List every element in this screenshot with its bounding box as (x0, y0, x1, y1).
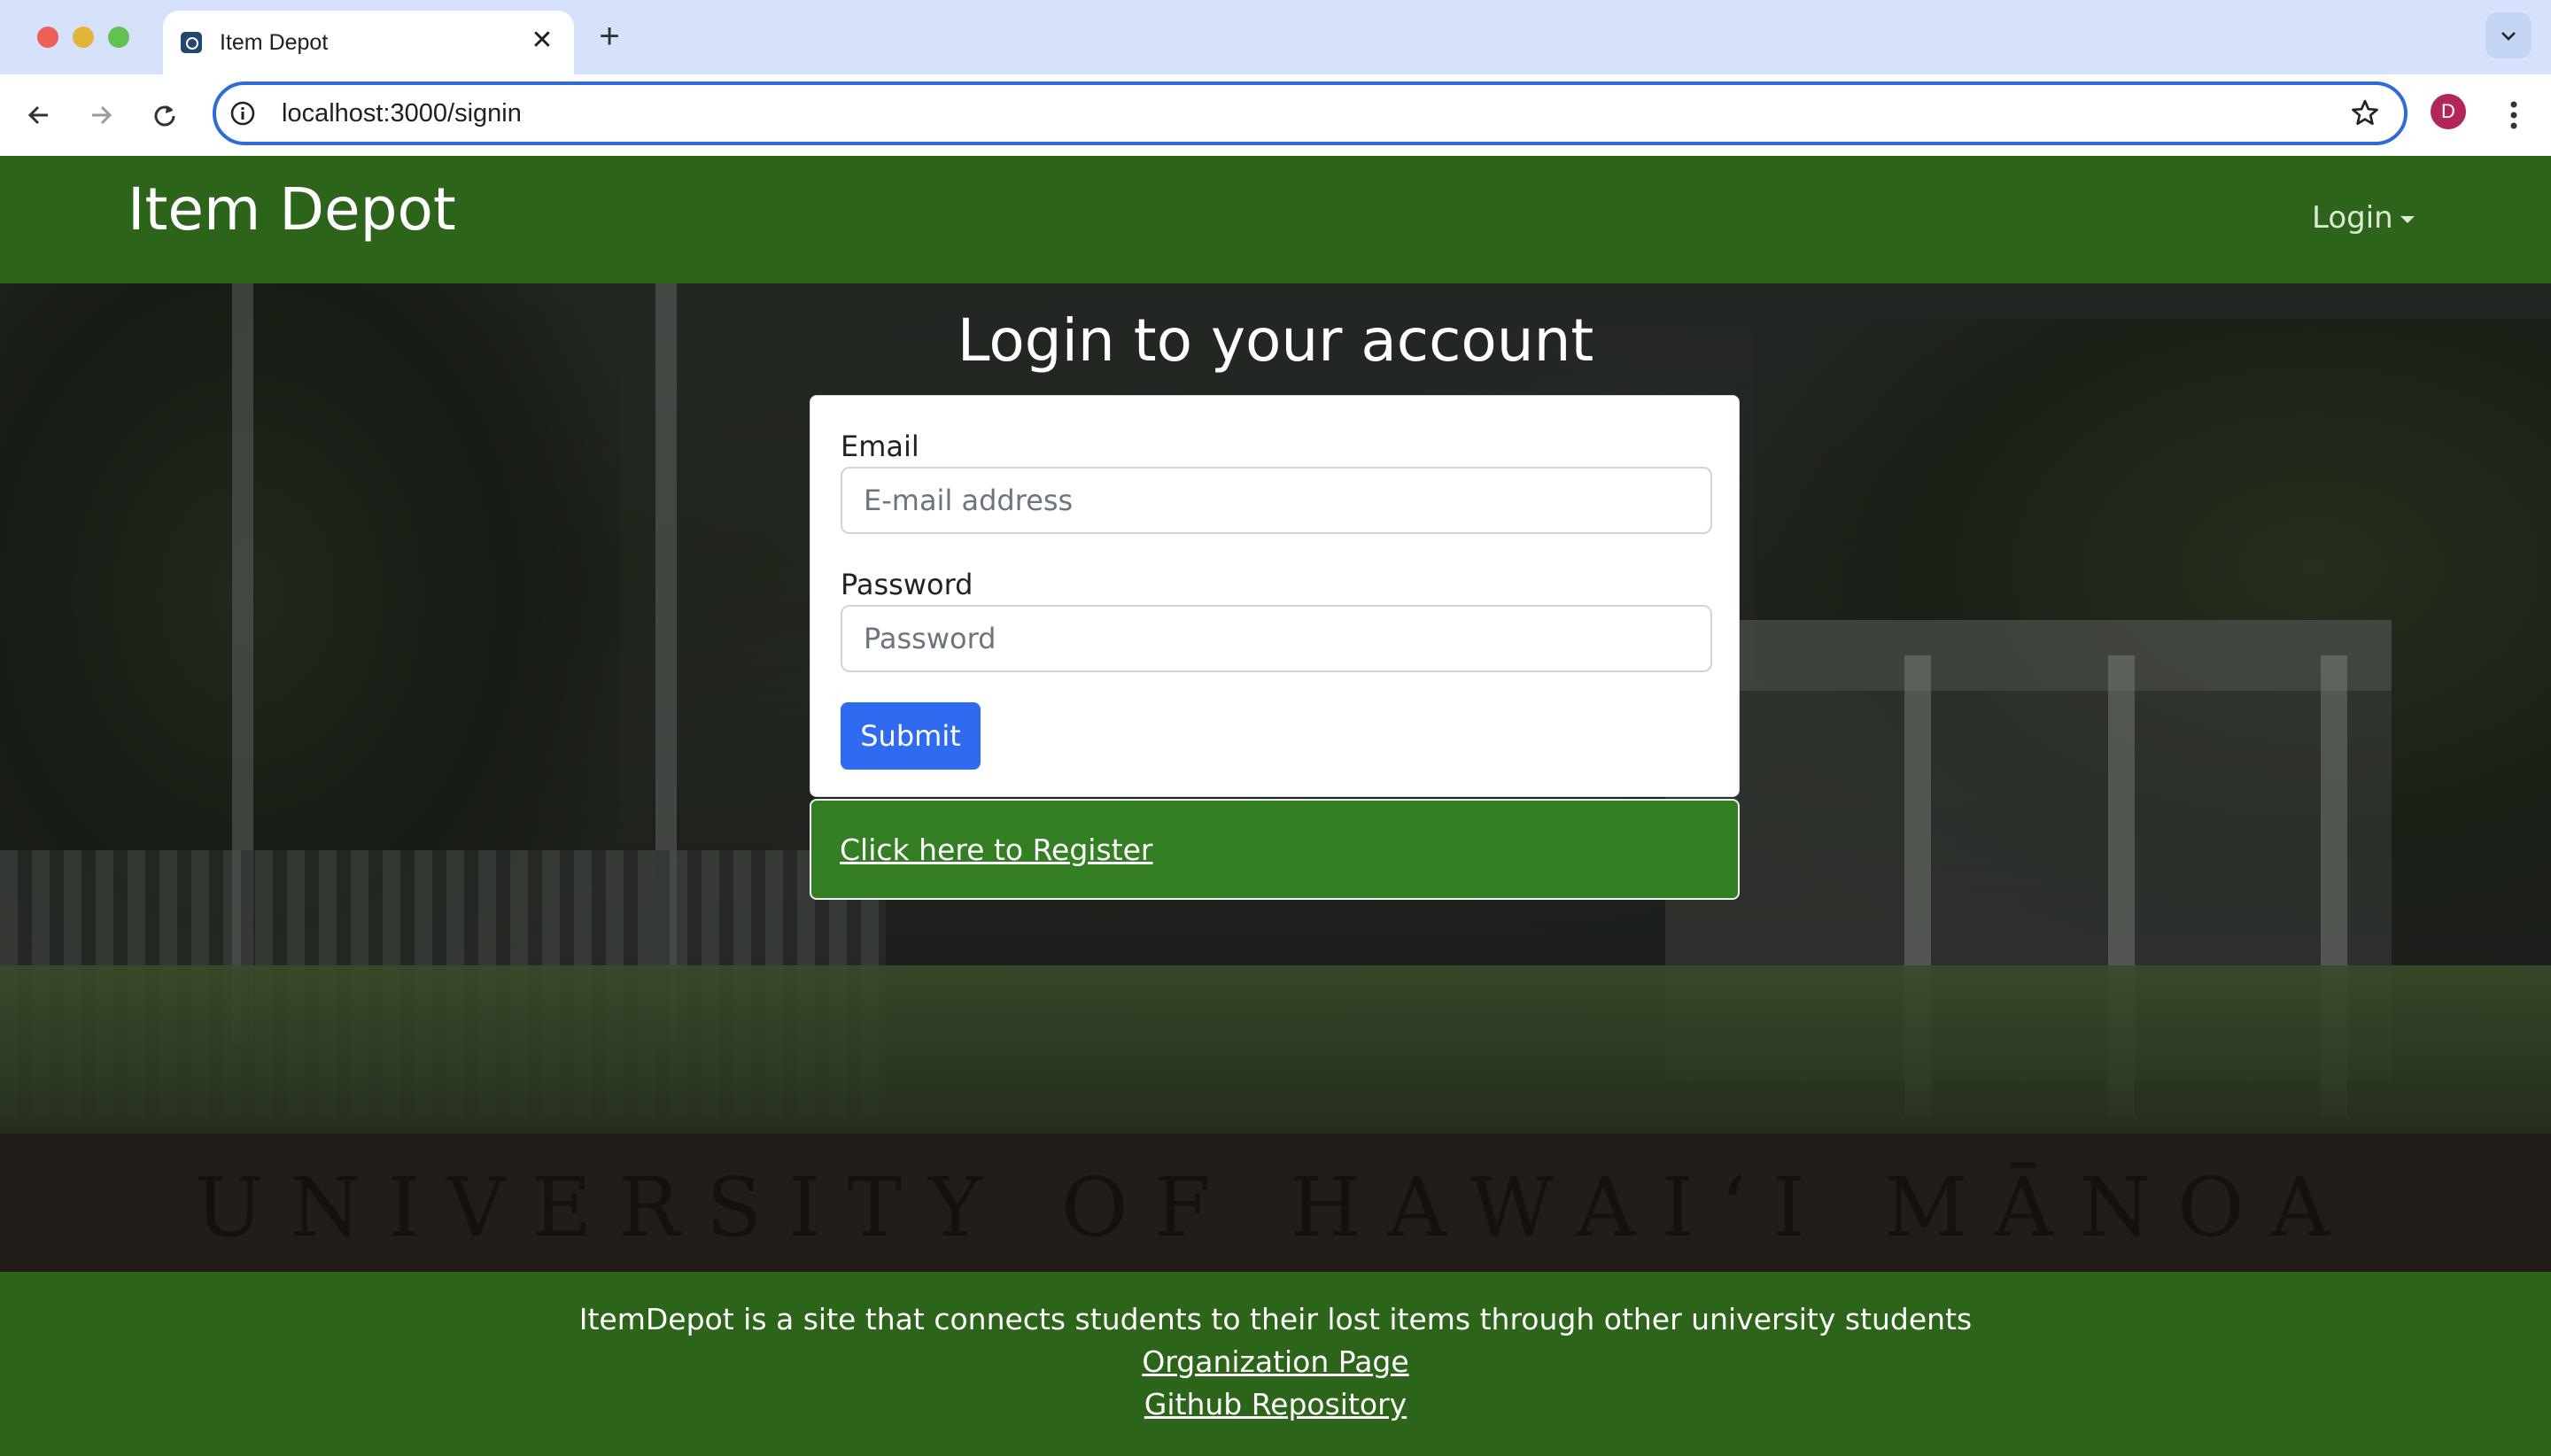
site-navbar: Item Depot Login (0, 156, 2551, 283)
organization-page-link[interactable]: Organization Page (1142, 1344, 1408, 1379)
reload-icon (154, 105, 175, 127)
arrow-right-icon (92, 105, 112, 125)
site-favicon-icon (181, 32, 202, 53)
tab-title: Item Depot (220, 30, 329, 55)
browser-menu-button[interactable] (2498, 96, 2530, 135)
browser-toolbar: localhost:3000/signin D (0, 74, 2551, 157)
register-panel: Click here to Register (810, 799, 1740, 900)
github-repository-link[interactable]: Github Repository (1144, 1387, 1407, 1421)
login-dropdown[interactable]: Login (2312, 200, 2415, 236)
more-vertical-icon (2510, 101, 2517, 129)
footer-links-row-2: Github Repository (0, 1387, 2551, 1421)
bookmark-star-icon[interactable] (2349, 97, 2381, 129)
footer-description: ItemDepot is a site that connects studen… (578, 1302, 1973, 1336)
window-close-button[interactable] (37, 27, 58, 48)
chevron-down-icon (2501, 32, 2516, 41)
background-hedge (0, 965, 2551, 1142)
arrow-left-icon (27, 105, 48, 125)
password-label: Password (841, 568, 973, 601)
submit-button[interactable]: Submit (841, 702, 981, 770)
email-field[interactable]: E-mail address (841, 467, 1712, 534)
signin-card: Email E-mail address Password Password S… (810, 395, 1740, 797)
caret-down-icon (2400, 215, 2415, 223)
window-minimize-button[interactable] (73, 27, 94, 48)
page-title: Login to your account (957, 306, 1594, 375)
window-maximize-button[interactable] (108, 27, 129, 48)
forward-button[interactable] (80, 94, 122, 136)
email-label: Email (841, 430, 919, 463)
tab-search-button[interactable] (2485, 12, 2532, 58)
register-link[interactable]: Click here to Register (840, 833, 1152, 867)
background-wall-lettering: UNIVERSITY OF HAWAIʻI MĀNOA (195, 1160, 2356, 1255)
browser-tab-active[interactable]: Item Depot ✕ (163, 11, 574, 74)
site-brand[interactable]: Item Depot (128, 175, 456, 244)
footer-links-row-1: Organization Page (0, 1344, 2551, 1379)
reload-button[interactable] (143, 94, 186, 136)
address-bar[interactable]: localhost:3000/signin (213, 81, 2408, 145)
new-tab-button[interactable]: + (588, 18, 631, 57)
tab-close-icon[interactable]: ✕ (524, 23, 560, 58)
back-button[interactable] (18, 94, 60, 136)
login-dropdown-label: Login (2312, 200, 2393, 236)
browser-tab-bar: Item Depot ✕ + (0, 0, 2551, 74)
profile-avatar[interactable]: D (2431, 94, 2466, 129)
site-info-icon[interactable] (229, 99, 257, 128)
url-text[interactable]: localhost:3000/signin (282, 99, 522, 128)
password-field[interactable]: Password (841, 605, 1712, 672)
site-footer: ItemDepot is a site that connects studen… (0, 1272, 2551, 1456)
